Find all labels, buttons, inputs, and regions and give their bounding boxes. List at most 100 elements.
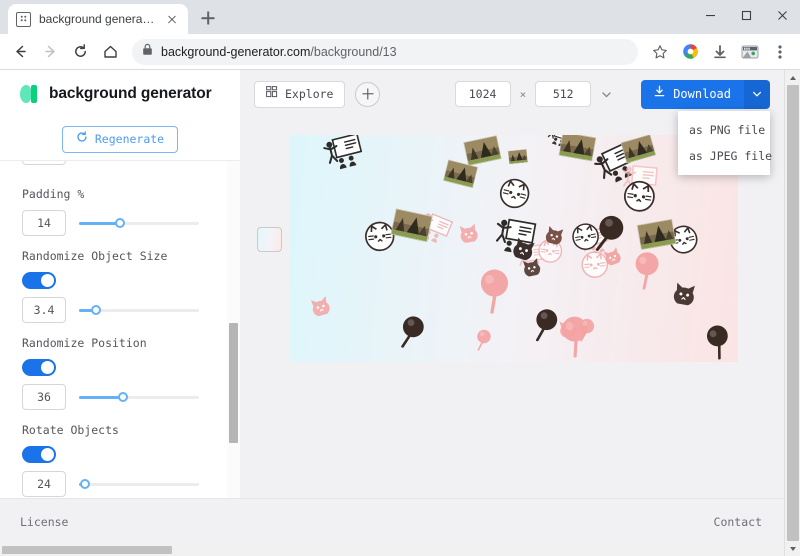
canvas-object-presentation <box>321 135 367 178</box>
back-icon[interactable] <box>6 38 34 66</box>
page-scrollbar <box>784 70 800 556</box>
background-preview-canvas[interactable] <box>290 135 738 362</box>
bookmark-star-icon[interactable] <box>646 38 674 66</box>
slider-row: 36 <box>22 384 224 410</box>
grid-icon <box>266 85 278 103</box>
scroll-up-arrow-icon[interactable] <box>785 70 800 85</box>
page-scrollbar-track[interactable] <box>785 85 800 541</box>
slider-row: 14 <box>22 210 224 236</box>
control-label: Randomize Object Size <box>22 249 168 263</box>
new-tab-button[interactable] <box>194 4 222 32</box>
toggle-randomize-object-size[interactable] <box>22 272 56 289</box>
address-bar[interactable]: background-generator.com/background/13 <box>132 38 638 65</box>
slider-padding[interactable] <box>79 215 199 231</box>
slider-fill <box>79 395 124 399</box>
license-link[interactable]: License <box>20 515 68 529</box>
slider-knob[interactable] <box>118 392 129 402</box>
add-button[interactable] <box>355 81 381 107</box>
explore-label: Explore <box>285 87 334 101</box>
sidebar-scrollbar[interactable] <box>227 161 240 498</box>
canvas-object-cat-head <box>457 222 481 248</box>
profile-avatar-icon[interactable] <box>736 38 764 66</box>
close-icon[interactable] <box>164 11 180 27</box>
slider-randomize-object-size[interactable] <box>79 302 199 318</box>
control-label: Padding % <box>22 187 85 201</box>
canvas-object-lollipop <box>473 328 493 356</box>
control-randomize-position: Randomize Position 36 <box>22 336 224 410</box>
app-footer: License Contact <box>0 498 784 544</box>
browser-window: background generator background-generato… <box>0 0 800 556</box>
download-button[interactable]: Download <box>641 79 744 109</box>
toggle-rotate-objects[interactable] <box>22 446 56 463</box>
canvas-object-lollipop <box>530 306 562 349</box>
download-label: Download <box>673 87 731 101</box>
canvas-object-cat-head <box>520 256 543 281</box>
menu-item-png[interactable]: as PNG file <box>678 117 770 143</box>
home-icon[interactable] <box>96 38 124 66</box>
value-input-rotate-objects[interactable]: 24 <box>22 471 66 497</box>
sidebar-scrollbar-thumb[interactable] <box>229 323 238 443</box>
canvas-object-photo <box>620 135 658 168</box>
slider-track <box>79 482 199 486</box>
close-button[interactable] <box>764 0 800 30</box>
horizontal-scrollbar-thumb[interactable] <box>2 546 172 554</box>
tab-strip: background generator <box>0 0 800 34</box>
regenerate-label: Regenerate <box>94 132 165 146</box>
reload-icon[interactable] <box>66 38 94 66</box>
menu-item-jpeg[interactable]: as JPEG file <box>678 143 772 169</box>
dimension-separator: × <box>519 87 527 101</box>
page-scrollbar-thumb[interactable] <box>786 85 799 541</box>
app-header: background generator Explore 1024 × 512 <box>0 70 784 175</box>
preset-swatch[interactable] <box>257 227 282 252</box>
minimize-button[interactable] <box>692 0 728 30</box>
value-input-padding[interactable]: 14 <box>22 210 66 236</box>
contact-link[interactable]: Contact <box>714 515 762 529</box>
control-randomize-object-size: Randomize Object Size 3.4 <box>22 249 224 323</box>
scroll-down-arrow-icon[interactable] <box>785 541 800 556</box>
toggle-randomize-position[interactable] <box>22 359 56 376</box>
explore-button[interactable]: Explore <box>254 80 346 108</box>
canvas-object-lollipop <box>575 318 595 347</box>
lock-icon <box>142 43 153 61</box>
browser-tab[interactable]: background generator <box>8 4 188 34</box>
header-toolbar: Explore 1024 × 512 Download as PNG file … <box>240 70 784 175</box>
maximize-button[interactable] <box>728 0 764 30</box>
value-input-randomize-object-size[interactable]: 3.4 <box>22 297 66 323</box>
grid-dots-favicon <box>16 11 31 27</box>
brand-logo-icon <box>20 84 40 104</box>
slider-randomize-position[interactable] <box>79 389 199 405</box>
slider-rotate-objects[interactable] <box>79 476 199 492</box>
value-input-randomize-position[interactable]: 36 <box>22 384 66 410</box>
sidebar-scroll-area: Padding % 14 Randomize Object Size 3.4 Rando… <box>0 160 240 498</box>
slider-knob[interactable] <box>80 479 90 489</box>
slider-row: 3.4 <box>22 297 224 323</box>
download-tray-icon <box>653 85 666 103</box>
extension-icon[interactable] <box>676 38 704 66</box>
slider-knob[interactable] <box>90 305 101 315</box>
download-group: Download as PNG file as JPEG file <box>641 79 772 175</box>
regenerate-button[interactable]: Regenerate <box>61 125 179 153</box>
chevron-down-icon[interactable] <box>600 88 613 101</box>
forward-icon[interactable] <box>36 38 64 66</box>
download-icon[interactable] <box>706 38 734 66</box>
refresh-icon <box>76 130 88 148</box>
canvas-object-photo <box>507 148 529 167</box>
url-text: background-generator.com/background/13 <box>161 44 397 59</box>
clipped-number-input[interactable] <box>22 161 66 165</box>
tab-title: background generator <box>39 12 156 26</box>
canvas-object-cat-circle <box>620 177 658 220</box>
window-controls <box>692 0 800 34</box>
width-input[interactable]: 1024 <box>454 81 511 107</box>
height-input[interactable]: 512 <box>535 81 592 107</box>
canvas-object-lollipop <box>394 313 428 357</box>
slider-knob[interactable] <box>114 218 125 228</box>
canvas-area <box>240 118 784 498</box>
browser-menu-icon[interactable] <box>766 38 794 66</box>
control-label: Randomize Position <box>22 336 147 350</box>
horizontal-scrollbar[interactable] <box>0 544 784 556</box>
download-format-menu: as PNG file as JPEG file <box>678 110 772 175</box>
app-root: background generator Explore 1024 × 512 <box>0 70 784 556</box>
browser-toolbar: background-generator.com/background/13 <box>0 34 800 70</box>
dimensions-group: 1024 × 512 <box>454 81 614 107</box>
download-dropdown-toggle[interactable] <box>744 79 770 109</box>
